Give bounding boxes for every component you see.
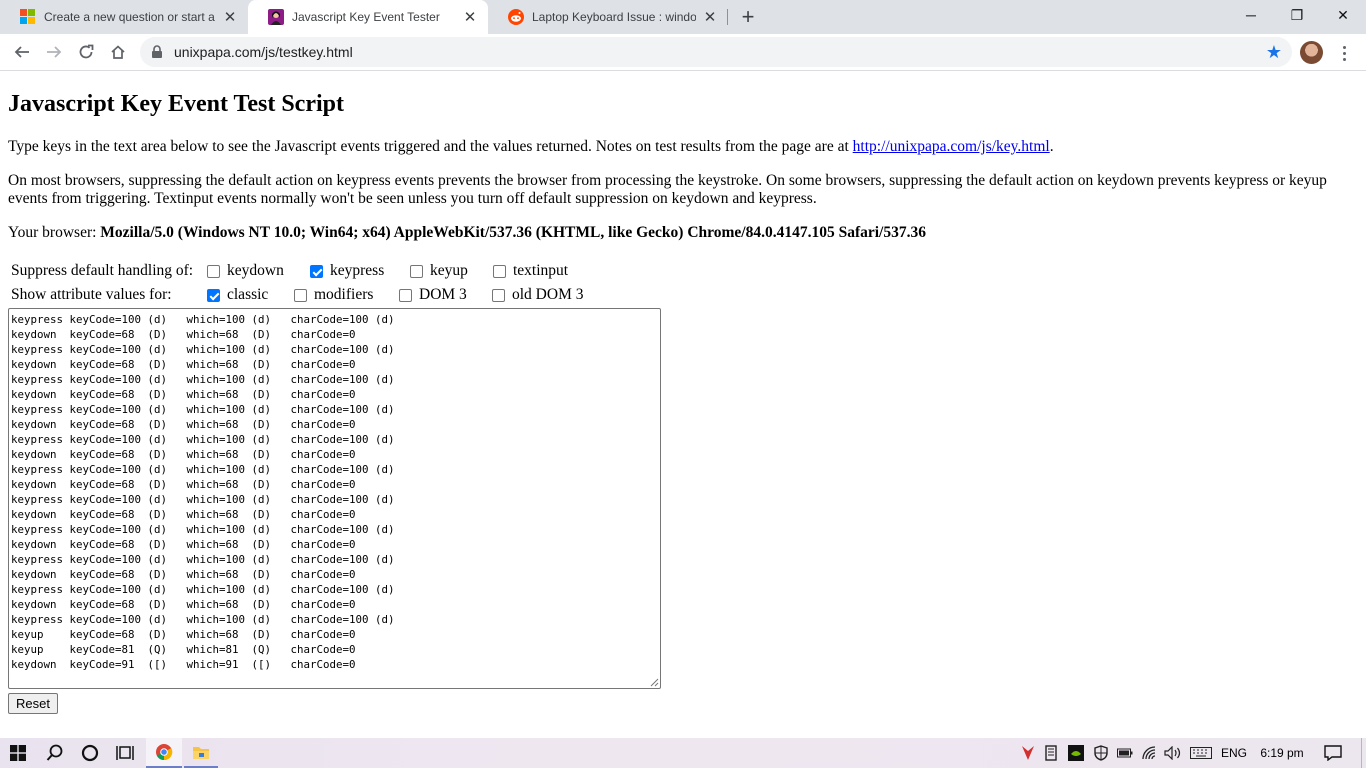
suppress-keydown-checkbox[interactable] — [207, 265, 220, 278]
restore-icon: ❐ — [1290, 6, 1304, 23]
resize-grip-icon[interactable] — [650, 678, 659, 687]
minimize-button[interactable]: ─ — [1228, 0, 1274, 30]
suppress-keydown-label: keydown — [227, 262, 284, 279]
antivirus-tray-icon[interactable] — [1019, 738, 1037, 768]
suppress-keypress-checkbox[interactable] — [310, 265, 323, 278]
address-bar[interactable]: unixpapa.com/js/testkey.html ★ — [140, 37, 1292, 67]
folder-icon — [193, 747, 209, 759]
security-shield-tray-icon[interactable] — [1092, 738, 1110, 768]
reload-icon — [79, 44, 94, 59]
tab-title: Create a new question or start a d — [44, 10, 216, 24]
volume-tray-icon[interactable] — [1163, 738, 1183, 768]
taskbar: ENG 6:19 pm — [0, 738, 1366, 768]
notification-icon — [1324, 745, 1342, 761]
site-favicon-icon — [268, 9, 284, 25]
close-tab-icon[interactable]: ✕ — [222, 9, 238, 26]
tab-separator — [727, 9, 728, 25]
show-old-dom3-label: old DOM 3 — [512, 286, 584, 303]
show-attributes-label: Show attribute values for: — [11, 286, 172, 303]
language-indicator[interactable]: ENG — [1219, 738, 1249, 768]
browser-info: Your browser: Mozilla/5.0 (Windows NT 10… — [8, 224, 1353, 242]
show-classic-checkbox[interactable] — [207, 289, 220, 302]
taskbar-explorer-button[interactable] — [184, 738, 218, 768]
browser-toolbar: unixpapa.com/js/testkey.html ★ — [0, 34, 1366, 71]
suppress-keyup-checkbox[interactable] — [410, 265, 423, 278]
show-attributes-row: Show attribute values for: classic modif… — [11, 286, 651, 306]
battery-tray-icon[interactable] — [1116, 738, 1134, 768]
menu-icon[interactable] — [1336, 41, 1352, 65]
show-classic-label: classic — [227, 286, 269, 303]
intro-text: Type keys in the text area below to see … — [8, 138, 853, 155]
clock[interactable]: 6:19 pm — [1256, 738, 1308, 768]
touch-keyboard-tray-icon[interactable] — [1188, 738, 1214, 768]
show-dom3-label: DOM 3 — [419, 286, 467, 303]
windows-logo-icon — [10, 745, 26, 761]
url-text: unixpapa.com/js/testkey.html — [174, 44, 353, 60]
chrome-icon — [156, 744, 173, 761]
task-view-icon — [116, 746, 134, 760]
event-log-textarea[interactable]: keypress keyCode=100 (d) which=100 (d) c… — [8, 308, 661, 689]
tab-javascript-key-event-tester[interactable]: Javascript Key Event Tester ✕ — [248, 0, 488, 34]
restore-button[interactable]: ❐ — [1274, 0, 1320, 30]
close-tab-icon[interactable]: ✕ — [702, 9, 718, 26]
notes-paragraph: On most browsers, suppressing the defaul… — [8, 172, 1327, 207]
close-window-button[interactable]: ✕ — [1320, 0, 1366, 30]
microsoft-logo-icon — [20, 9, 36, 25]
notifications-button[interactable] — [1318, 738, 1348, 768]
close-tab-icon[interactable]: ✕ — [462, 9, 478, 26]
show-desktop-button[interactable] — [1361, 738, 1366, 768]
suppress-label: Suppress default handling of: — [11, 262, 194, 279]
key-notes-link[interactable]: http://unixpapa.com/js/key.html — [853, 138, 1050, 155]
arrow-left-icon — [14, 46, 29, 58]
tab-title: Javascript Key Event Tester — [292, 10, 440, 24]
task-view-button[interactable] — [108, 738, 142, 768]
show-modifiers-checkbox[interactable] — [294, 289, 307, 302]
reset-button[interactable]: Reset — [8, 693, 58, 714]
wifi-tray-icon[interactable] — [1140, 738, 1160, 768]
lock-icon — [152, 45, 162, 58]
suppress-options-row: Suppress default handling of: keydown ke… — [11, 262, 651, 282]
show-dom3-checkbox[interactable] — [399, 289, 412, 302]
page-title: Javascript Key Event Test Script — [8, 91, 344, 117]
suppress-keypress-label: keypress — [330, 262, 385, 279]
close-icon: ✕ — [1337, 6, 1349, 23]
show-modifiers-label: modifiers — [314, 286, 374, 303]
reddit-icon — [508, 9, 524, 25]
show-old-dom3-checkbox[interactable] — [492, 289, 505, 302]
home-button[interactable] — [104, 38, 132, 66]
plus-icon: + — [741, 4, 755, 29]
page-content: Javascript Key Event Test Script Type ke… — [0, 72, 1366, 738]
intro-paragraph: Type keys in the text area below to see … — [8, 138, 1353, 156]
suppress-keyup-label: keyup — [430, 262, 468, 279]
tab-title: Laptop Keyboard Issue : windows — [532, 10, 696, 24]
tab-laptop-keyboard-issue[interactable]: Laptop Keyboard Issue : windows ✕ — [488, 0, 728, 34]
forward-button[interactable] — [40, 38, 68, 66]
user-agent: Mozilla/5.0 (Windows NT 10.0; Win64; x64… — [100, 224, 926, 241]
bookmark-star-icon[interactable]: ★ — [1266, 42, 1282, 62]
back-button[interactable] — [8, 38, 36, 66]
intro-end: . — [1049, 138, 1054, 155]
home-icon — [111, 45, 125, 59]
search-button[interactable] — [38, 738, 72, 768]
tablet-tray-icon[interactable] — [1042, 738, 1060, 768]
arrow-right-icon — [47, 46, 62, 58]
cortana-button[interactable] — [74, 738, 106, 768]
new-tab-button[interactable]: + — [736, 4, 760, 29]
browser-label: Your browser: — [8, 224, 101, 241]
tab-strip: Create a new question or start a d ✕ Jav… — [0, 0, 1366, 34]
start-button[interactable] — [0, 738, 36, 768]
reload-button[interactable] — [72, 38, 100, 66]
minimize-icon: ─ — [1246, 7, 1256, 23]
search-icon — [46, 744, 63, 761]
cortana-icon — [81, 744, 99, 762]
event-log-text: keypress keyCode=100 (d) which=100 (d) c… — [11, 313, 395, 671]
profile-avatar[interactable] — [1300, 41, 1323, 64]
tab-create-question[interactable]: Create a new question or start a d ✕ — [0, 0, 248, 34]
nvidia-tray-icon[interactable] — [1066, 738, 1086, 768]
taskbar-chrome-button[interactable] — [146, 738, 182, 768]
suppress-textinput-checkbox[interactable] — [493, 265, 506, 278]
suppress-textinput-label: textinput — [513, 262, 569, 279]
